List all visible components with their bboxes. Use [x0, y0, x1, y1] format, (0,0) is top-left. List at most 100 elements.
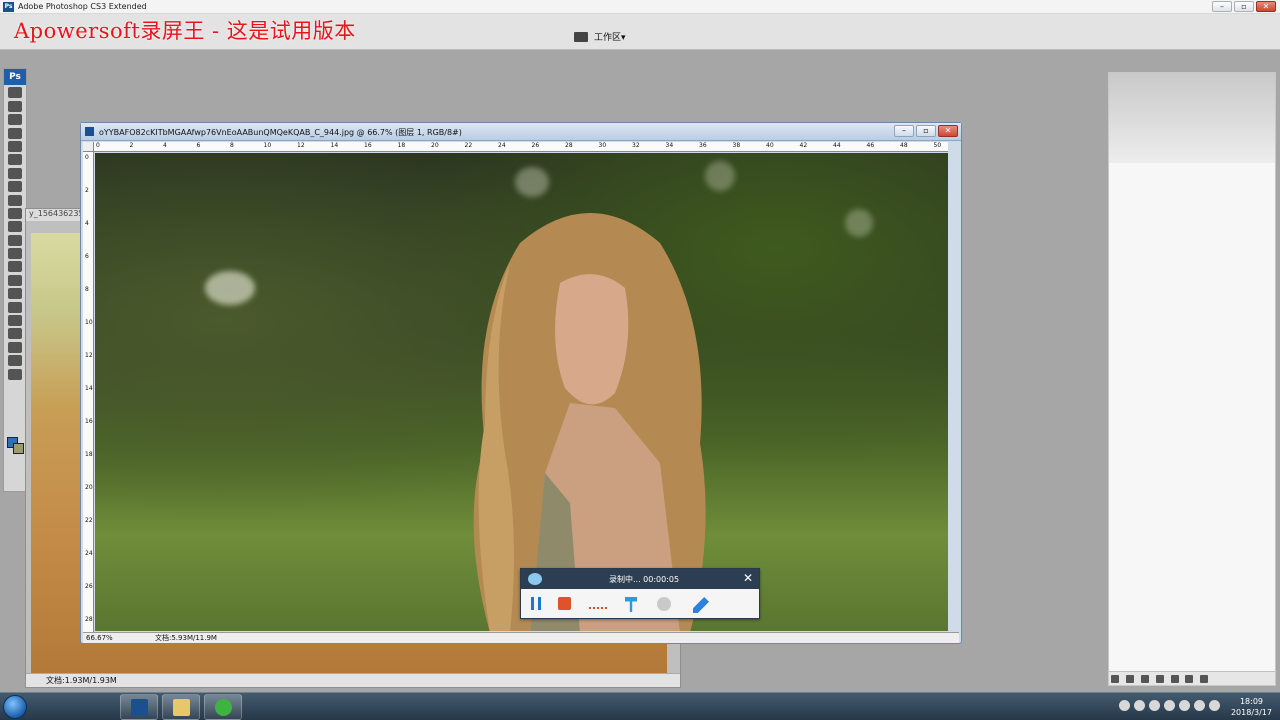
new-layer-icon[interactable] — [1185, 675, 1194, 683]
document-window-controls: – ▫ ✕ — [894, 125, 958, 137]
tray-icon[interactable] — [1134, 700, 1145, 711]
ruler-h-tick: 48 — [900, 142, 908, 149]
workspace-menu[interactable]: 工作区▾ — [574, 30, 626, 43]
stop-icon[interactable] — [558, 597, 571, 610]
ruler-h-tick: 34 — [665, 142, 674, 149]
pause-icon[interactable] — [531, 597, 541, 610]
start-button[interactable] — [3, 695, 27, 719]
magic-wand-tool-icon[interactable] — [8, 127, 22, 139]
background-color-swatch[interactable] — [13, 443, 24, 454]
clock[interactable]: 18:09 2018/3/17 — [1231, 696, 1272, 718]
ruler-v-tick: 26 — [85, 583, 93, 590]
ruler-h-tick: 44 — [833, 142, 841, 149]
blur-tool-icon[interactable] — [8, 248, 22, 260]
recorder-controls — [521, 589, 759, 619]
portrait-woman — [473, 213, 706, 631]
eraser-tool-icon[interactable] — [8, 221, 22, 233]
close-icon[interactable]: ✕ — [938, 125, 958, 137]
horizontal-ruler[interactable]: 0 2 4 6 8 10 12 14 16 18 20 22 24 26 28 30 32 34 36 38 40 42 4… — [94, 142, 948, 152]
history-brush-tool-icon[interactable] — [8, 207, 22, 219]
marquee-tool-icon[interactable] — [8, 100, 22, 112]
tray-icon[interactable] — [1194, 700, 1205, 711]
eyedropper-tool-icon[interactable] — [8, 341, 22, 353]
new-group-icon[interactable] — [1170, 675, 1179, 683]
crop-tool-icon[interactable] — [8, 140, 22, 152]
layer-mask-icon[interactable] — [1140, 675, 1149, 683]
zoom-tool-icon[interactable] — [8, 368, 22, 380]
webcam-icon[interactable] — [657, 597, 671, 611]
document-window[interactable]: oYYBAFO82cKITbMGAAfwp76VnEoAABunQMQeKQAB… — [80, 122, 962, 644]
tools-panel-header: Ps — [4, 69, 26, 85]
document-title: oYYBAFO82cKITbMGAAfwp76VnEoAABunQMQeKQAB… — [99, 128, 462, 137]
explorer-icon — [173, 699, 190, 716]
app-title-bar: Ps Adobe Photoshop CS3 Extended – ▫ ✕ — [0, 0, 1280, 14]
ruler-h-tick: 12 — [297, 142, 305, 149]
ruler-v-tick: 0 — [85, 154, 89, 161]
pen-tool-icon[interactable] — [8, 274, 22, 286]
ruler-h-tick: 14 — [330, 142, 339, 149]
stamp-tool-icon[interactable] — [8, 194, 22, 206]
tray-icon[interactable] — [1179, 700, 1190, 711]
close-icon[interactable]: ✕ — [1256, 1, 1276, 12]
cursor-icon[interactable] — [625, 597, 637, 612]
ps-app-icon: Ps — [3, 2, 14, 12]
ruler-v-tick: 4 — [85, 220, 89, 227]
document-title-bar[interactable]: oYYBAFO82cKITbMGAAfwp76VnEoAABunQMQeKQAB… — [81, 123, 961, 141]
ruler-v-tick: 14 — [85, 385, 93, 392]
zoom-level[interactable]: 66.67% — [86, 633, 113, 643]
panel-header — [1109, 73, 1275, 163]
minimize-icon[interactable]: – — [1212, 1, 1232, 12]
delete-layer-icon[interactable] — [1200, 675, 1209, 683]
options-bar: Apowersoft录屏王 - 这是试用版本 工作区▾ — [0, 14, 1280, 50]
vertical-ruler[interactable]: 0 2 4 6 8 10 12 14 16 18 20 22 24 26 28 — [83, 152, 94, 632]
ruler-h-tick: 26 — [531, 142, 540, 149]
lasso-tool-icon[interactable] — [8, 114, 22, 126]
annotation-icon[interactable] — [589, 597, 607, 609]
ruler-v-tick: 18 — [85, 451, 93, 458]
volume-icon[interactable] — [1209, 700, 1220, 711]
taskbar: 18:09 2018/3/17 — [0, 692, 1280, 720]
ruler-h-tick: 50 — [933, 142, 942, 149]
maximize-icon[interactable]: ▫ — [916, 125, 936, 137]
taskbar-ie[interactable] — [204, 694, 242, 720]
tray-icon[interactable] — [1149, 700, 1160, 711]
close-icon[interactable]: ✕ — [743, 571, 753, 585]
ruler-h-tick: 36 — [699, 142, 707, 149]
layer-style-icon[interactable] — [1125, 675, 1134, 683]
document-icon — [85, 127, 94, 136]
path-select-tool-icon[interactable] — [8, 301, 22, 313]
taskbar-explorer[interactable] — [162, 694, 200, 720]
brush-tool-icon[interactable] — [8, 181, 22, 193]
link-layers-icon[interactable] — [1111, 675, 1119, 683]
tray-icon[interactable] — [1164, 700, 1175, 711]
ruler-v-tick: 12 — [85, 352, 93, 359]
slice-tool-icon[interactable] — [8, 154, 22, 166]
background-document-status: 文档:1.93M/1.93M — [26, 673, 680, 687]
screen-recorder-widget: 录制中... 00:00:05 ✕ — [520, 568, 760, 619]
dodge-tool-icon[interactable] — [8, 261, 22, 273]
adjustment-layer-icon[interactable] — [1155, 675, 1164, 683]
shape-tool-icon[interactable] — [8, 315, 22, 327]
document-status-bar: 66.67% 文档:5.93M/11.9M — [83, 632, 959, 643]
tray-icon[interactable] — [1119, 700, 1130, 711]
type-tool-icon[interactable] — [8, 288, 22, 300]
ie-icon — [215, 699, 232, 716]
photoshop-icon — [131, 699, 148, 716]
hand-tool-icon[interactable] — [8, 355, 22, 367]
healing-tool-icon[interactable] — [8, 167, 22, 179]
document-size[interactable]: 文档:5.93M/11.9M — [155, 633, 217, 643]
image-canvas[interactable] — [95, 153, 948, 631]
panel-footer — [1109, 671, 1275, 685]
notes-tool-icon[interactable] — [8, 328, 22, 340]
taskbar-photoshop[interactable] — [120, 694, 158, 720]
minimize-icon[interactable]: – — [894, 125, 914, 137]
recorder-header: 录制中... 00:00:05 ✕ — [521, 569, 759, 589]
move-tool-icon[interactable] — [8, 87, 22, 99]
ruler-origin[interactable] — [83, 142, 94, 152]
restore-icon[interactable]: ▫ — [1234, 1, 1254, 12]
ruler-v-tick: 6 — [85, 253, 89, 260]
pen-icon[interactable] — [693, 597, 709, 613]
ruler-v-tick: 24 — [85, 550, 93, 557]
ruler-v-tick: 8 — [85, 286, 89, 293]
gradient-tool-icon[interactable] — [8, 234, 22, 246]
